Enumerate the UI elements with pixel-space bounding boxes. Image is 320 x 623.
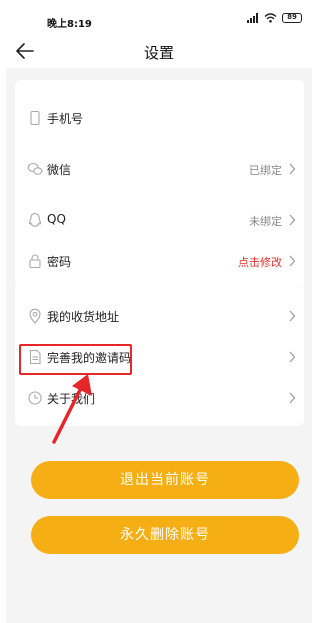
delete-account-button[interactable]: 永久删除账号	[31, 516, 299, 554]
chevron-right-icon	[289, 392, 296, 404]
status-icons: 89	[247, 13, 302, 23]
status-bar: 晚上8:19 89	[0, 0, 318, 36]
nav-bar: 设置	[0, 36, 318, 68]
chevron-right-icon	[289, 214, 296, 226]
password-edit-link[interactable]: 点击修改	[238, 254, 282, 270]
wechat-icon	[27, 162, 43, 175]
account-card: 手机号 微信 已绑定 QQ 未绑定 密码 点击修改	[15, 80, 304, 289]
settings-item-password[interactable]: 密码 点击修改	[15, 241, 304, 281]
battery-icon: 89	[282, 13, 302, 23]
wechat-status: 已绑定	[249, 164, 282, 177]
page-title: 设置	[143, 44, 174, 62]
lock-icon	[29, 254, 41, 269]
settings-item-label: 手机号	[47, 112, 84, 126]
location-icon	[29, 308, 41, 324]
clock-icon	[28, 391, 42, 405]
chevron-right-icon	[289, 310, 296, 322]
signal-icon	[247, 13, 259, 23]
settings-item-label: 微信	[47, 163, 72, 177]
phone-icon	[30, 110, 40, 126]
chevron-right-icon	[289, 255, 296, 267]
settings-item-label: QQ	[47, 212, 66, 226]
settings-item-phone[interactable]: 手机号	[15, 98, 304, 138]
settings-item-address[interactable]: 我的收货地址	[15, 296, 304, 336]
annotation-arrow-icon	[52, 374, 92, 444]
highlight-box	[19, 344, 132, 375]
wifi-icon	[264, 13, 277, 23]
settings-item-qq[interactable]: QQ 未绑定	[15, 200, 304, 240]
settings-item-label: 我的收货地址	[47, 310, 120, 324]
qq-status: 未绑定	[249, 215, 282, 228]
chevron-right-icon	[289, 163, 296, 175]
logout-button[interactable]: 退出当前账号	[31, 461, 299, 499]
chevron-right-icon	[289, 351, 296, 363]
qq-icon	[28, 212, 42, 227]
settings-item-wechat[interactable]: 微信 已绑定	[15, 149, 304, 189]
settings-item-label: 密码	[47, 255, 72, 269]
status-time: 晚上8:19	[47, 19, 92, 30]
